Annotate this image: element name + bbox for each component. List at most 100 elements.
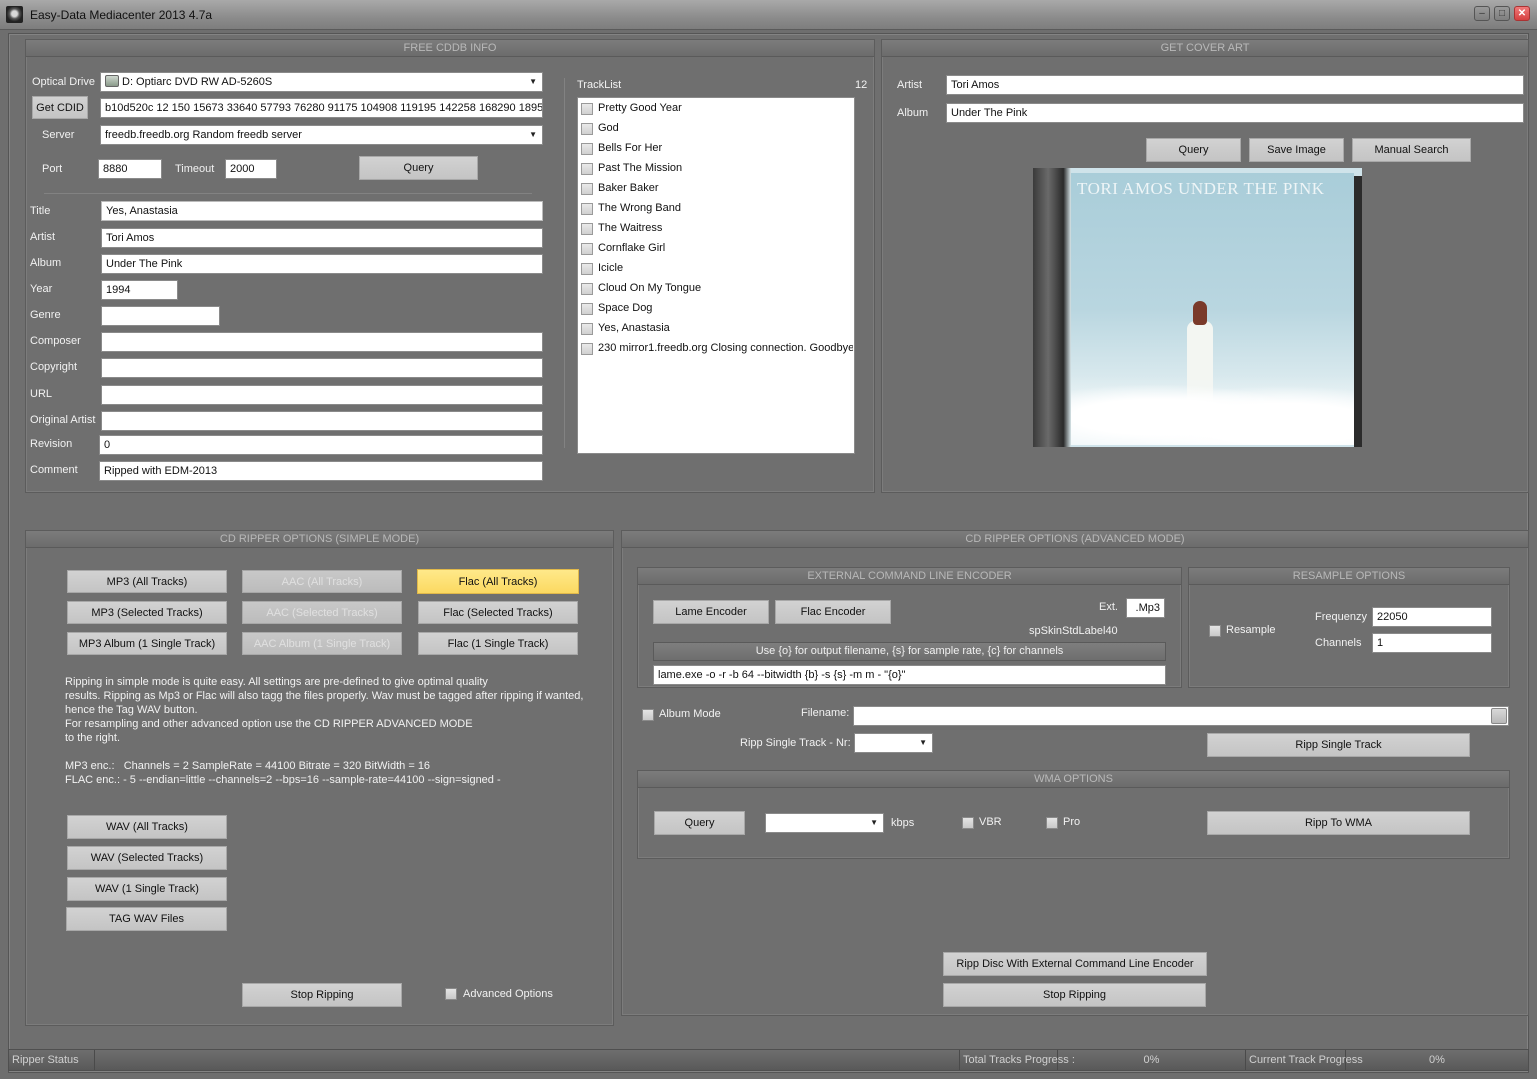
genre-input[interactable] xyxy=(101,306,220,326)
get-cdid-button[interactable]: Get CDID xyxy=(32,96,88,119)
composer-input[interactable] xyxy=(101,332,543,352)
wma-query-button[interactable]: Query xyxy=(654,811,745,835)
aac-all-button[interactable]: AAC (All Tracks) xyxy=(242,570,402,593)
server-select[interactable]: freedb.freedb.org Random freedb server ▼ xyxy=(100,125,543,145)
aac-selected-button[interactable]: AAC (Selected Tracks) xyxy=(242,601,402,624)
track-checkbox[interactable] xyxy=(581,243,593,255)
cover-artist-input[interactable]: Tori Amos xyxy=(946,75,1524,95)
cover-query-button[interactable]: Query xyxy=(1146,138,1241,162)
track-item[interactable]: Yes, Anastasia xyxy=(581,320,853,338)
track-item[interactable]: The Wrong Band xyxy=(581,200,853,218)
maximize-button[interactable]: □ xyxy=(1494,6,1510,21)
chevron-down-icon: ▼ xyxy=(529,77,537,86)
track-item[interactable]: Cornflake Girl xyxy=(581,240,853,258)
track-item[interactable]: Cloud On My Tongue xyxy=(581,280,853,298)
browse-button[interactable] xyxy=(1491,708,1507,724)
cdid-input[interactable]: b10d520c 12 150 15673 33640 57793 76280 … xyxy=(100,98,543,118)
revision-input[interactable]: 0 xyxy=(99,435,543,455)
title-input[interactable]: Yes, Anastasia xyxy=(101,201,543,221)
ext-label: Ext. xyxy=(1099,601,1118,613)
album-input[interactable]: Under The Pink xyxy=(101,254,543,274)
track-item[interactable]: Space Dog xyxy=(581,300,853,318)
manual-search-button[interactable]: Manual Search xyxy=(1352,138,1471,162)
album-mode-checkbox[interactable] xyxy=(642,709,654,721)
optical-drive-select[interactable]: D: Optiarc DVD RW AD-5260S ▼ xyxy=(100,72,543,92)
ripp-to-wma-button[interactable]: Ripp To WMA xyxy=(1207,811,1470,835)
frequency-input[interactable]: 22050 xyxy=(1372,607,1492,627)
track-checkbox[interactable] xyxy=(581,203,593,215)
wav-single-button[interactable]: WAV (1 Single Track) xyxy=(67,877,227,901)
stop-ripping-simple-button[interactable]: Stop Ripping xyxy=(242,983,402,1007)
resample-label: Resample xyxy=(1226,624,1276,636)
track-checkbox[interactable] xyxy=(581,323,593,335)
track-checkbox[interactable] xyxy=(581,343,593,355)
port-input[interactable]: 8880 xyxy=(98,159,162,179)
flac-all-button[interactable]: Flac (All Tracks) xyxy=(417,569,579,594)
year-input[interactable]: 1994 xyxy=(101,280,178,300)
flac-encoder-button[interactable]: Flac Encoder xyxy=(775,600,891,624)
filename-input[interactable] xyxy=(853,706,1509,726)
track-item[interactable]: Past The Mission xyxy=(581,160,853,178)
external-encoder-header: EXTERNAL COMMAND LINE ENCODER xyxy=(638,568,1181,585)
copyright-input[interactable] xyxy=(101,358,543,378)
wav-selected-button[interactable]: WAV (Selected Tracks) xyxy=(67,846,227,870)
flac-single-button[interactable]: Flac (1 Single Track) xyxy=(418,632,578,655)
track-item[interactable]: Icicle xyxy=(581,260,853,278)
url-label: URL xyxy=(30,388,53,400)
minimize-button[interactable]: – xyxy=(1474,6,1490,21)
resample-checkbox[interactable] xyxy=(1209,625,1221,637)
ripp-disc-external-button[interactable]: Ripp Disc With External Command Line Enc… xyxy=(943,952,1207,976)
track-item[interactable]: Pretty Good Year xyxy=(581,100,853,118)
ripp-single-track-button[interactable]: Ripp Single Track xyxy=(1207,733,1470,757)
tag-wav-button[interactable]: TAG WAV Files xyxy=(66,907,227,931)
cddb-query-button[interactable]: Query xyxy=(359,156,478,180)
info-line: For resampling and other advanced option… xyxy=(65,718,473,730)
optical-drive-value: D: Optiarc DVD RW AD-5260S xyxy=(122,76,273,88)
kbps-select[interactable]: ▼ xyxy=(765,813,884,833)
track-checkbox[interactable] xyxy=(581,283,593,295)
single-track-select[interactable]: ▼ xyxy=(854,733,933,753)
advanced-options-checkbox[interactable] xyxy=(445,988,457,1000)
track-checkbox[interactable] xyxy=(581,223,593,235)
stop-ripping-advanced-button[interactable]: Stop Ripping xyxy=(943,983,1206,1007)
aac-album-button[interactable]: AAC Album (1 Single Track) xyxy=(242,632,402,655)
track-checkbox[interactable] xyxy=(581,163,593,175)
vbr-checkbox[interactable] xyxy=(962,817,974,829)
channels-input[interactable]: 1 xyxy=(1372,633,1492,653)
timeout-input[interactable]: 2000 xyxy=(225,159,277,179)
wav-all-button[interactable]: WAV (All Tracks) xyxy=(67,815,227,839)
track-checkbox[interactable] xyxy=(581,303,593,315)
flac-selected-button[interactable]: Flac (Selected Tracks) xyxy=(418,601,578,624)
save-image-button[interactable]: Save Image xyxy=(1249,138,1344,162)
track-checkbox[interactable] xyxy=(581,183,593,195)
mp3-selected-button[interactable]: MP3 (Selected Tracks) xyxy=(67,601,227,624)
mp3-album-button[interactable]: MP3 Album (1 Single Track) xyxy=(67,632,227,655)
lame-encoder-button[interactable]: Lame Encoder xyxy=(653,600,769,624)
comment-label: Comment xyxy=(30,464,78,476)
track-item[interactable]: God xyxy=(581,120,853,138)
comment-input[interactable]: Ripped with EDM-2013 xyxy=(99,461,543,481)
ext-input[interactable]: .Mp3 xyxy=(1126,598,1165,618)
total-progress-value: 0% xyxy=(1058,1050,1246,1070)
track-item[interactable]: The Waitress xyxy=(581,220,853,238)
track-checkbox[interactable] xyxy=(581,123,593,135)
track-checkbox[interactable] xyxy=(581,103,593,115)
close-button[interactable]: ✕ xyxy=(1514,6,1530,21)
track-item[interactable]: Baker Baker xyxy=(581,180,853,198)
track-item[interactable]: Bells For Her xyxy=(581,140,853,158)
artwork-title: TORI AMOS UNDER THE PINK xyxy=(1077,179,1325,198)
cover-album-input[interactable]: Under The Pink xyxy=(946,103,1524,123)
url-input[interactable] xyxy=(101,385,543,405)
pro-checkbox[interactable] xyxy=(1046,817,1058,829)
track-checkbox[interactable] xyxy=(581,263,593,275)
track-checkbox[interactable] xyxy=(581,143,593,155)
simple-mode-header: CD RIPPER OPTIONS (SIMPLE MODE) xyxy=(26,531,613,548)
minimize-icon: – xyxy=(1479,7,1485,19)
track-item[interactable]: 230 mirror1.freedb.org Closing connectio… xyxy=(581,340,853,358)
artist-input[interactable]: Tori Amos xyxy=(101,228,543,248)
original-artist-input[interactable] xyxy=(101,411,543,431)
mp3-all-button[interactable]: MP3 (All Tracks) xyxy=(67,570,227,593)
title-label: Title xyxy=(30,205,51,217)
tracklist[interactable]: Pretty Good Year God Bells For Her Past … xyxy=(577,97,855,454)
command-line-input[interactable]: lame.exe -o -r -b 64 --bitwidth {b} -s {… xyxy=(653,665,1166,685)
